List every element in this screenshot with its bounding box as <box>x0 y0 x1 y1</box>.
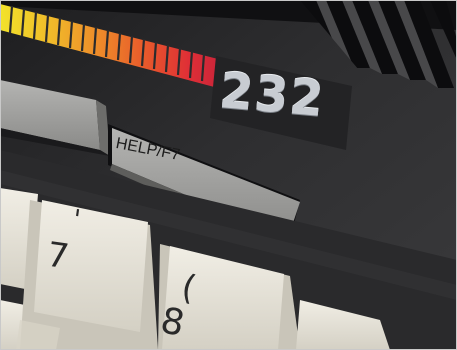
photo: 232 HELP/F7 ' 7 ( 8 <box>0 0 457 350</box>
computer-case-scene <box>0 0 457 350</box>
model-badge-text: 232 <box>217 62 327 128</box>
